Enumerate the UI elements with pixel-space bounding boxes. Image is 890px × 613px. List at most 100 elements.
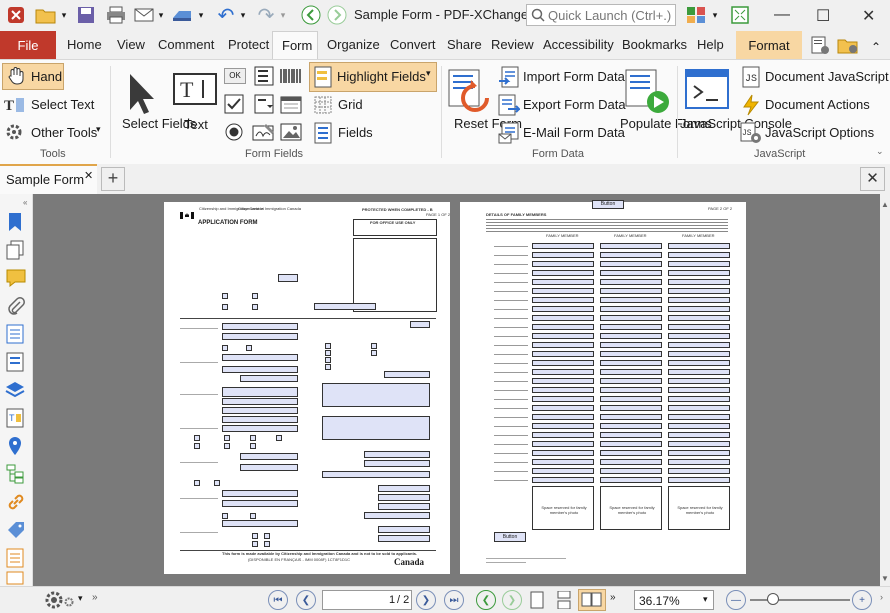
form-field[interactable] [240,375,298,382]
fields-label[interactable]: Fields [338,125,373,140]
links-icon[interactable] [6,492,26,515]
form-field[interactable] [322,416,430,440]
scroll-down-icon[interactable]: ▼ [881,574,889,583]
form-checkbox[interactable] [194,480,200,486]
minimize-button[interactable]: — [774,6,790,24]
tab-bookmarks[interactable]: Bookmarks [622,37,687,52]
family-member-field[interactable] [668,450,730,456]
family-member-field[interactable] [668,324,730,330]
family-member-field[interactable] [600,396,662,402]
family-member-field[interactable] [532,387,594,393]
family-member-field[interactable] [532,459,594,465]
select-text-label[interactable]: Select Text [31,97,94,112]
content-icon[interactable] [6,324,24,347]
family-member-field[interactable] [668,477,730,483]
tab-accessibility[interactable]: Accessibility [543,37,614,52]
javascript-options-icon[interactable]: JS [740,122,762,147]
family-member-field[interactable] [668,396,730,402]
chevron-down-icon[interactable]: ▾ [156,4,166,26]
family-member-field[interactable] [532,477,594,483]
save-icon[interactable] [74,4,98,26]
form-checkbox[interactable] [252,293,258,299]
form-field[interactable] [378,535,430,542]
next-page-button[interactable]: ❯ [416,590,436,610]
family-member-field[interactable] [532,342,594,348]
page2-top-button[interactable]: Button [592,200,624,209]
chevron-down-icon[interactable]: ▾ [278,4,288,26]
family-member-field[interactable] [600,297,662,303]
form-field[interactable] [222,500,298,507]
family-member-field[interactable] [532,279,594,285]
form-checkbox[interactable] [224,443,230,449]
chevron-down-double-icon[interactable]: » [610,592,616,603]
form-field[interactable] [410,321,430,328]
javascript-options-label[interactable]: JavaScript Options [765,125,874,140]
document-actions-label[interactable]: Document Actions [765,97,870,112]
document-viewer[interactable]: Citizenship and Immigration Canada Citoy… [33,194,880,586]
form-field[interactable] [322,383,430,407]
print-icon[interactable] [104,4,128,26]
javascript-console-icon[interactable] [684,68,730,115]
document-tab[interactable]: Sample Form ✕ [0,164,97,194]
family-member-field[interactable] [532,378,594,384]
form-field[interactable] [222,407,298,414]
family-member-field[interactable] [668,360,730,366]
family-member-field[interactable] [668,243,730,249]
family-member-field[interactable] [532,324,594,330]
family-member-field[interactable] [600,414,662,420]
document-actions-icon[interactable] [740,94,762,119]
form-checkbox[interactable] [214,480,220,486]
redo-icon[interactable]: ↷ [254,4,278,27]
form-field[interactable] [222,366,298,373]
chevron-down-icon[interactable]: ▾ [238,4,248,26]
family-member-field[interactable] [668,333,730,339]
barcode-icon[interactable] [280,68,302,87]
form-checkbox[interactable] [371,350,377,356]
reset-form-icon[interactable] [447,68,493,119]
family-member-field[interactable] [600,351,662,357]
family-member-field[interactable] [668,306,730,312]
family-member-field[interactable] [668,441,730,447]
family-member-field[interactable] [600,324,662,330]
family-member-field[interactable] [532,333,594,339]
attachments-icon[interactable] [6,296,26,319]
form-checkbox[interactable] [222,345,228,351]
chevron-down-icon[interactable]: ▾ [78,593,83,604]
family-member-field[interactable] [668,432,730,438]
form-checkbox[interactable] [222,304,228,310]
family-member-field[interactable] [600,450,662,456]
undo-icon[interactable]: ↶ [214,4,238,27]
family-member-field[interactable] [668,252,730,258]
family-member-field[interactable] [532,288,594,294]
family-member-field[interactable] [600,342,662,348]
form-field[interactable] [364,451,430,458]
form-checkbox[interactable] [264,541,270,547]
maximize-button[interactable]: ☐ [816,6,830,26]
family-member-field[interactable] [600,369,662,375]
email-form-data-label[interactable]: E-Mail Form Data [523,125,625,140]
form-checkbox[interactable] [246,345,252,351]
export-form-data-label[interactable]: Export Form Data [523,97,626,112]
close-tab-icon[interactable]: ✕ [84,169,93,182]
family-member-field[interactable] [600,306,662,312]
structure-icon[interactable] [6,464,24,487]
form-checkbox[interactable] [325,364,331,370]
fields-panel-icon[interactable] [6,548,24,571]
family-member-field[interactable] [600,252,662,258]
document-javascript-icon[interactable]: JS [740,66,762,91]
form-field[interactable] [222,323,298,330]
import-form-data-label[interactable]: Import Form Data [523,69,625,84]
close-button[interactable]: ✕ [862,6,875,26]
chevron-down-icon[interactable]: ▾ [58,4,70,26]
form-checkbox[interactable] [222,293,228,299]
go-back-button[interactable]: ❮ [476,590,496,610]
family-member-field[interactable] [532,243,594,249]
form-checkbox[interactable] [224,435,230,441]
family-member-field[interactable] [532,315,594,321]
form-checkbox[interactable] [252,533,258,539]
quick-launch-input[interactable]: Quick Launch (Ctrl+.) [526,4,676,26]
checkbox-field-icon[interactable] [224,94,244,117]
tab-form[interactable]: Form [272,31,318,59]
family-member-field[interactable] [600,261,662,267]
form-field[interactable] [314,303,376,310]
